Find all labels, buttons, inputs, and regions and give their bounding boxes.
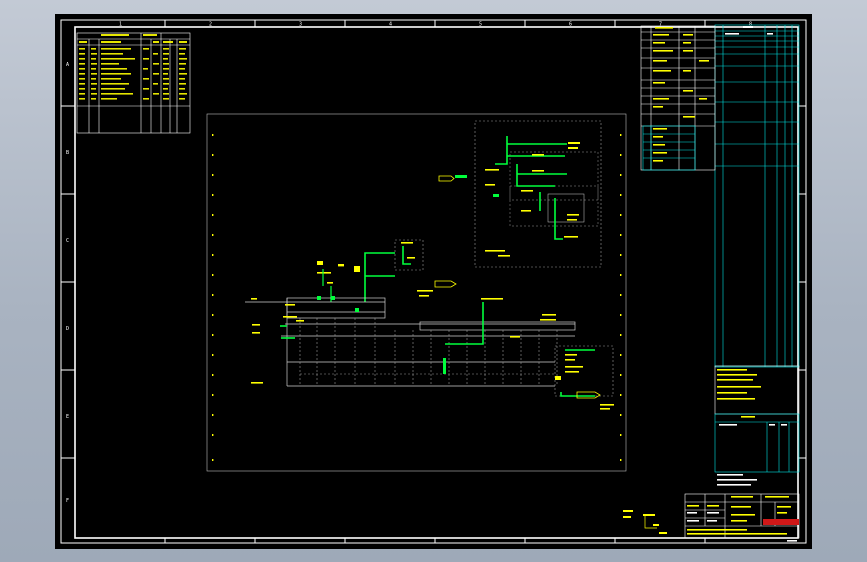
project-info-cyan bbox=[642, 125, 696, 171]
project-info-text bbox=[653, 27, 709, 162]
zone-label-top-2: 2 bbox=[209, 22, 212, 28]
equipment-table-text bbox=[79, 34, 187, 100]
notes-block bbox=[714, 365, 800, 486]
drawing-sheet: 1 2 3 4 5 6 7 8 A B C D E F bbox=[60, 19, 807, 544]
process-detail-middle bbox=[317, 239, 457, 302]
main-drawing-border bbox=[206, 113, 627, 472]
process-detail-upper-right bbox=[438, 120, 602, 268]
outer-border bbox=[60, 19, 807, 544]
title-block bbox=[684, 493, 800, 542]
flow-arrow-icon bbox=[434, 280, 457, 288]
outlet-arrow-icon bbox=[576, 391, 601, 399]
zone-label-left-e: E bbox=[66, 414, 69, 420]
boundary-marks bbox=[212, 134, 622, 461]
arrow-icon bbox=[438, 175, 455, 182]
drawing-list-table bbox=[714, 24, 800, 368]
zone-label-left-d: D bbox=[66, 326, 69, 332]
zone-label-top-4: 4 bbox=[389, 22, 392, 28]
zone-label-left-c: C bbox=[66, 238, 69, 244]
zone-ticks bbox=[61, 20, 806, 543]
zone-label-top-7: 7 bbox=[659, 22, 662, 28]
zone-label-top-3: 3 bbox=[299, 22, 302, 28]
zone-label-top-1: 1 bbox=[119, 22, 122, 28]
inner-frame bbox=[74, 26, 799, 539]
zone-label-top-6: 6 bbox=[569, 22, 572, 28]
zone-label-left-f: F bbox=[66, 498, 69, 504]
zone-label-left-a: A bbox=[66, 62, 69, 68]
cad-viewport[interactable]: 1 2 3 4 5 6 7 8 A B C D E F bbox=[55, 14, 812, 549]
zone-label-left-b: B bbox=[66, 150, 69, 156]
tank-structure bbox=[245, 296, 614, 410]
zone-label-top-5: 5 bbox=[479, 22, 482, 28]
